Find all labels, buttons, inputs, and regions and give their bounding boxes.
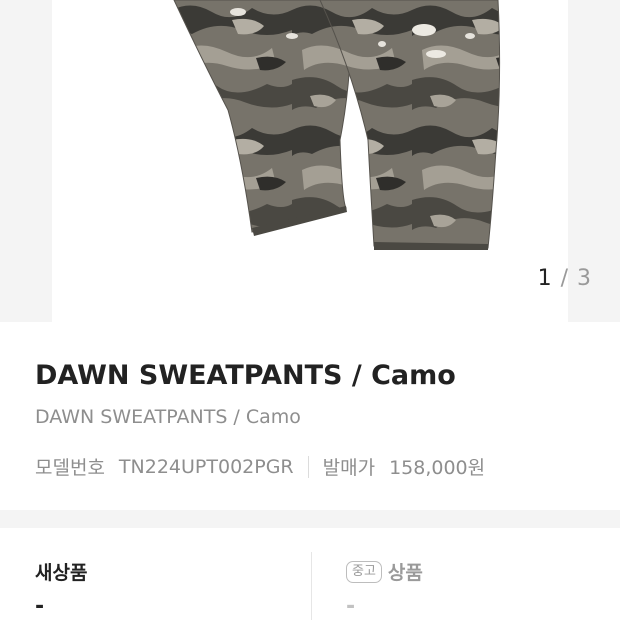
used-badge: 중고 — [346, 560, 382, 583]
condition-new-button[interactable]: 새상품 - — [35, 528, 295, 620]
product-info: DAWN SWEATPANTS / Camo DAWN SWEATPANTS /… — [0, 322, 620, 510]
product-image-gallery[interactable]: 1 / 3 — [0, 0, 620, 322]
condition-used-price: - — [346, 594, 356, 619]
section-separator — [0, 510, 620, 528]
condition-new-label: 새상품 — [35, 562, 88, 584]
release-price-label: 발매가 — [322, 457, 376, 479]
meta-divider — [307, 455, 309, 478]
product-image-frame[interactable] — [52, 0, 568, 322]
image-pager: 1 / 3 — [538, 266, 592, 291]
product-title: DAWN SWEATPANTS / Camo — [35, 360, 456, 391]
condition-selector: 새상품 - 중고 상품 - — [0, 528, 620, 620]
condition-used-label: 상품 — [387, 562, 423, 584]
product-image — [173, 0, 501, 250]
pager-separator: / — [560, 266, 569, 291]
product-meta: 모델번호 TN224UPT002PGR 발매가 158,000원 — [35, 453, 485, 480]
pager-total: 3 — [577, 266, 592, 291]
condition-used-label-row: 중고 상품 — [346, 558, 423, 585]
model-number-value: TN224UPT002PGR — [118, 455, 294, 478]
model-number-label: 모델번호 — [35, 457, 105, 479]
release-price-value: 158,000원 — [389, 457, 486, 479]
condition-used-button[interactable]: 중고 상품 - — [346, 528, 606, 620]
pager-current: 1 — [537, 266, 553, 291]
condition-new-price: - — [35, 594, 45, 619]
pants-left-leg — [173, 0, 353, 233]
condition-divider — [311, 552, 312, 620]
product-subtitle: DAWN SWEATPANTS / Camo — [35, 406, 301, 428]
